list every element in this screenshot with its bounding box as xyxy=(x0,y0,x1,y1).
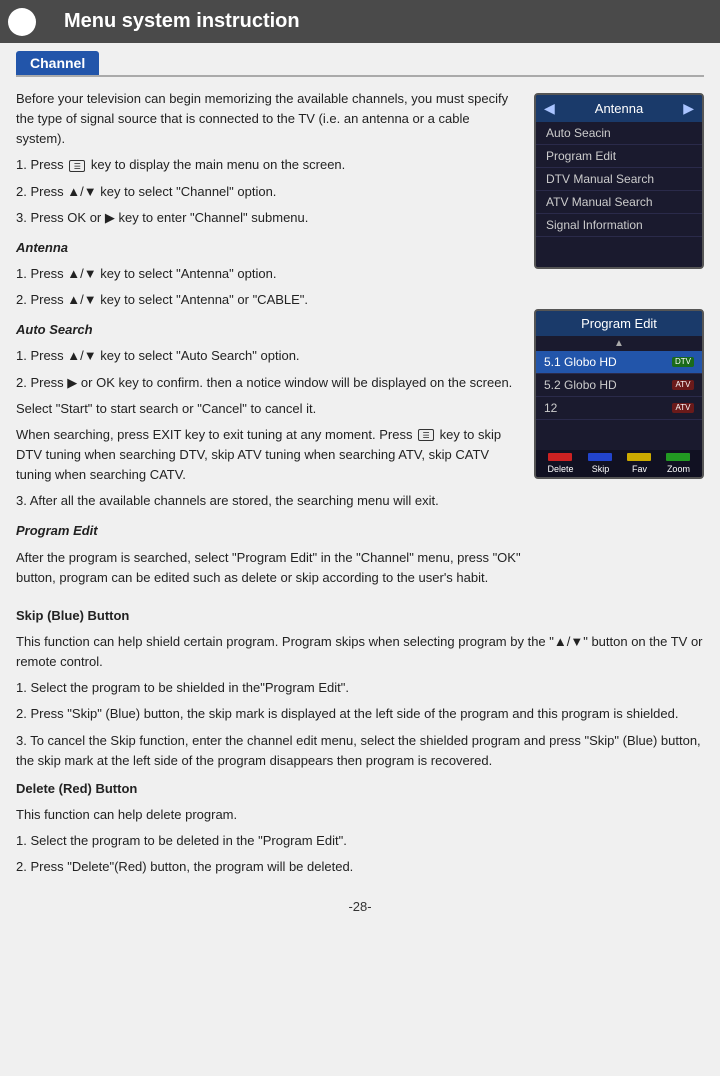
fav-color-indicator xyxy=(627,453,651,461)
tv-menu-box: ◀ Antenna ▶ Auto Seacin Program Edit DTV… xyxy=(534,93,704,269)
header-circle-decoration xyxy=(8,8,36,36)
delete-step1: 1. Select the program to be deleted in t… xyxy=(16,831,704,851)
zoom-color-indicator xyxy=(666,453,690,461)
section-label-container: Channel xyxy=(0,43,720,75)
section-label: Channel xyxy=(16,51,99,75)
page-footer: -28- xyxy=(0,883,720,930)
channel-name-3: 12 xyxy=(544,401,557,415)
step3: 3. Press OK or ▶ key to enter "Channel" … xyxy=(16,208,522,228)
program-edit-widget: Program Edit ▲ 5.1 Globo HD DTV 5.2 Glob… xyxy=(534,309,704,479)
skip-button[interactable]: Skip xyxy=(588,453,612,474)
menu-item-signal-info[interactable]: Signal Information xyxy=(536,214,702,237)
menu-spacer xyxy=(536,237,702,267)
prog-edit-up-arrow: ▲ xyxy=(536,336,702,351)
zoom-label: Zoom xyxy=(666,464,690,474)
channel-name-1: 5.1 Globo HD xyxy=(544,355,617,369)
program-edit-line1: After the program is searched, select "P… xyxy=(16,548,522,588)
right-arrow-icon: ▶ xyxy=(683,100,694,117)
antenna-line1: 1. Press ▲/▼ key to select "Antenna" opt… xyxy=(16,264,522,284)
prog-edit-footer: Delete Skip Fav Zoom xyxy=(536,450,702,477)
tv-menu-title: Antenna xyxy=(595,101,643,116)
skip-step1: 1. Select the program to be shielded in … xyxy=(16,678,704,698)
menu-key-icon: ☰ xyxy=(69,160,85,172)
menu-item-auto-seacin[interactable]: Auto Seacin xyxy=(536,122,702,145)
right-panels: ◀ Antenna ▶ Auto Seacin Program Edit DTV… xyxy=(534,89,704,594)
skip-step2: 2. Press "Skip" (Blue) button, the skip … xyxy=(16,704,704,724)
widget-spacer xyxy=(534,279,704,299)
prog-edit-row-3[interactable]: 12 ATV xyxy=(536,397,702,420)
antenna-line2: 2. Press ▲/▼ key to select "Antenna" or … xyxy=(16,290,522,310)
auto-search-line4: When searching, press EXIT key to exit t… xyxy=(16,425,522,485)
auto-search-line2: 2. Press ▶ or OK key to confirm. then a … xyxy=(16,373,522,393)
auto-search-line3: Select "Start" to start search or "Cance… xyxy=(16,399,522,419)
menu-item-atv-manual-search[interactable]: ATV Manual Search xyxy=(536,191,702,214)
menu-key-icon2: ☰ xyxy=(418,429,434,441)
page-header: Menu system instruction xyxy=(0,0,720,43)
fav-button[interactable]: Fav xyxy=(627,453,651,474)
delete-desc: This function can help delete program. xyxy=(16,805,704,825)
skip-desc: This function can help shield certain pr… xyxy=(16,632,704,672)
delete-heading: Delete (Red) Button xyxy=(16,779,704,799)
menu-item-dtv-manual-search[interactable]: DTV Manual Search xyxy=(536,168,702,191)
program-edit-widget-title: Program Edit xyxy=(536,311,702,336)
text-column: Before your television can begin memoriz… xyxy=(16,89,522,594)
skip-heading: Skip (Blue) Button xyxy=(16,606,704,626)
auto-search-heading: Auto Search xyxy=(16,320,522,340)
fav-label: Fav xyxy=(627,464,651,474)
left-arrow-icon: ◀ xyxy=(544,100,555,117)
channel-badge-3: ATV xyxy=(672,403,694,413)
step1: 1. Press ☰ key to display the main menu … xyxy=(16,155,522,175)
delete-color-indicator xyxy=(548,453,572,461)
auto-search-line5: 3. After all the available channels are … xyxy=(16,491,522,511)
antenna-heading: Antenna xyxy=(16,238,522,258)
tv-menu-header: ◀ Antenna ▶ xyxy=(536,95,702,122)
channel-name-2: 5.2 Globo HD xyxy=(544,378,617,392)
intro-paragraph: Before your television can begin memoriz… xyxy=(16,89,522,149)
main-content-area: Before your television can begin memoriz… xyxy=(0,89,720,594)
menu-item-program-edit[interactable]: Program Edit xyxy=(536,145,702,168)
delete-button[interactable]: Delete xyxy=(547,453,573,474)
channel-badge-2: ATV xyxy=(672,380,694,390)
tv-menu-widget: ◀ Antenna ▶ Auto Seacin Program Edit DTV… xyxy=(534,93,704,269)
prog-edit-row-2[interactable]: 5.2 Globo HD ATV xyxy=(536,374,702,397)
page-number: -28- xyxy=(348,899,371,914)
page-title: Menu system instruction xyxy=(64,10,300,33)
auto-search-line1: 1. Press ▲/▼ key to select "Auto Search"… xyxy=(16,346,522,366)
delete-step2: 2. Press "Delete"(Red) button, the progr… xyxy=(16,857,704,877)
skip-color-indicator xyxy=(588,453,612,461)
skip-label: Skip xyxy=(588,464,612,474)
zoom-button[interactable]: Zoom xyxy=(666,453,690,474)
step2: 2. Press ▲/▼ key to select "Channel" opt… xyxy=(16,182,522,202)
bottom-text-area: Skip (Blue) Button This function can hel… xyxy=(0,594,720,878)
skip-step3: 3. To cancel the Skip function, enter th… xyxy=(16,731,704,771)
program-edit-box: Program Edit ▲ 5.1 Globo HD DTV 5.2 Glob… xyxy=(534,309,704,479)
prog-edit-row-1[interactable]: 5.1 Globo HD DTV xyxy=(536,351,702,374)
program-edit-heading: Program Edit xyxy=(16,521,522,541)
prog-edit-spacer xyxy=(536,420,702,450)
delete-label: Delete xyxy=(547,464,573,474)
channel-badge-1: DTV xyxy=(672,357,694,367)
